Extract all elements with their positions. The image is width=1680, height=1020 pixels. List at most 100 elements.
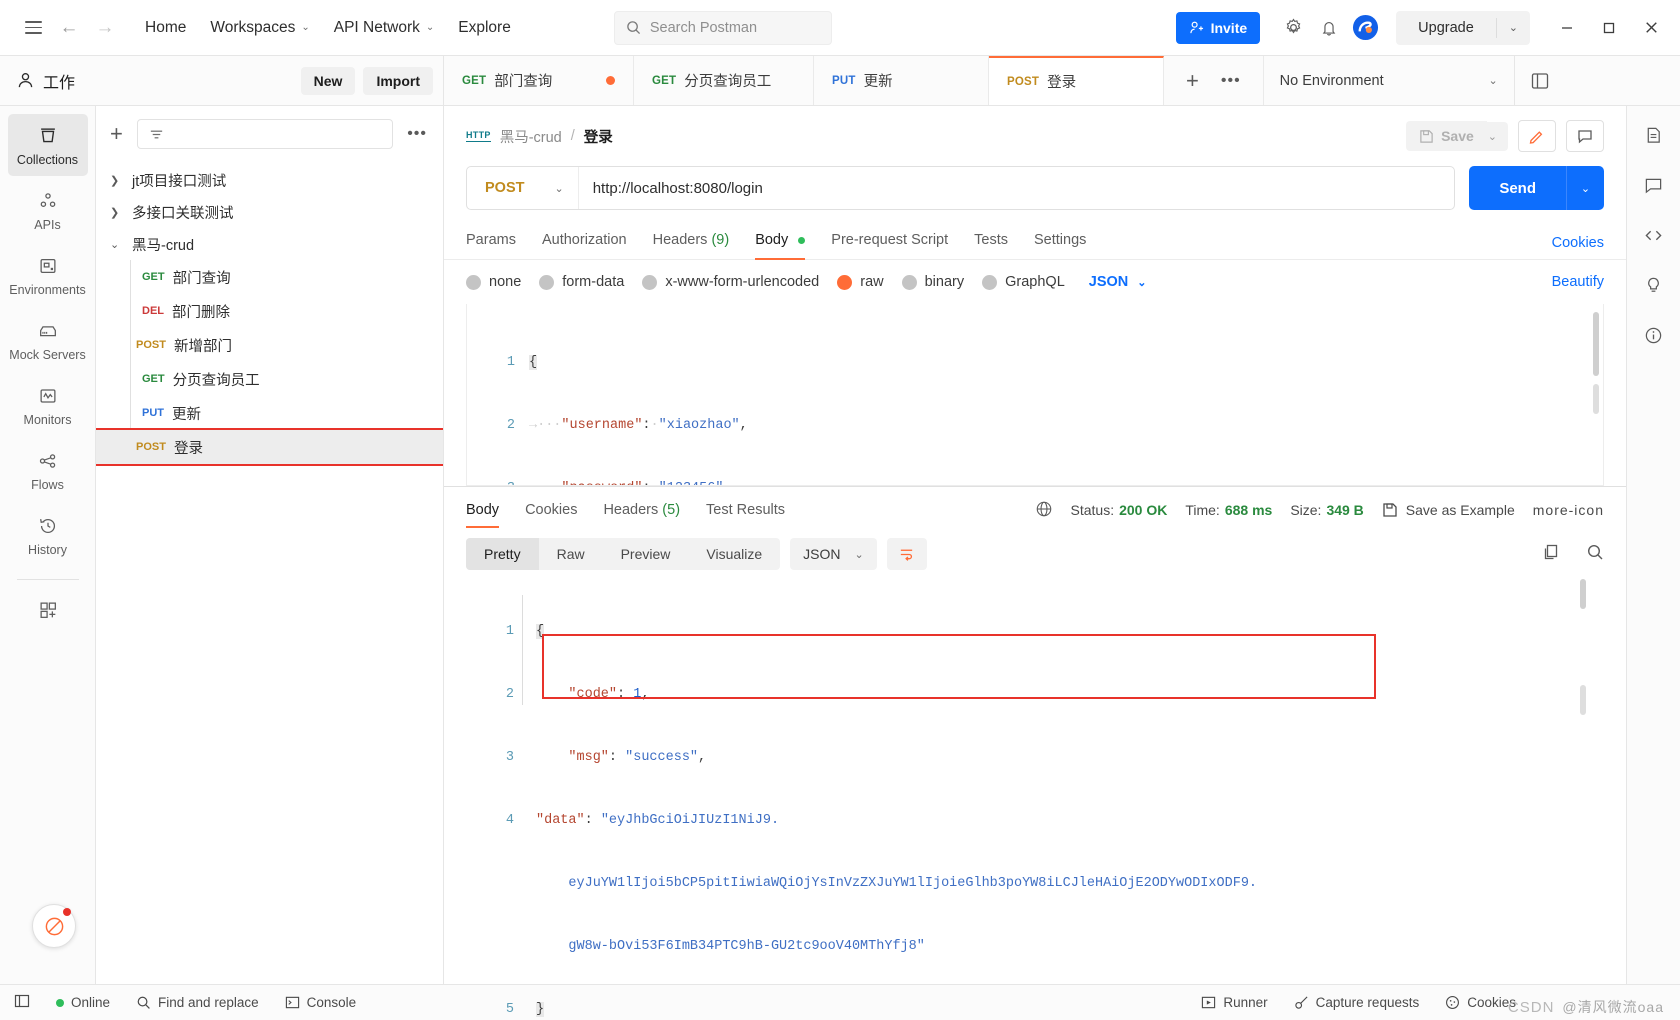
tab-body[interactable]: Body bbox=[755, 226, 806, 260]
url-input[interactable]: http://localhost:8080/login bbox=[579, 167, 1455, 209]
nav-workspaces[interactable]: Workspaces ⌄ bbox=[199, 12, 320, 44]
view-mode-preview[interactable]: Preview bbox=[603, 538, 689, 570]
sidebar-item-history[interactable]: History bbox=[8, 504, 88, 566]
response-tab-body[interactable]: Body bbox=[466, 487, 500, 533]
body-mode-urlencoded[interactable]: x-www-form-urlencoded bbox=[642, 274, 819, 290]
tab-authorization[interactable]: Authorization bbox=[542, 226, 627, 259]
view-mode-visualize[interactable]: Visualize bbox=[688, 538, 780, 570]
console-button[interactable]: Console bbox=[285, 995, 356, 1010]
sidebar-item-new-module[interactable] bbox=[8, 588, 88, 630]
pencil-icon[interactable] bbox=[1518, 120, 1556, 152]
request-tab-active[interactable]: POST 登录 bbox=[989, 56, 1164, 105]
arrow-left-icon[interactable]: ← bbox=[52, 11, 86, 45]
request-tab[interactable]: GET 部门查询 bbox=[444, 56, 634, 105]
collection-row-expanded[interactable]: ⌄ 黑马-crud bbox=[96, 228, 443, 260]
response-tab-test-results[interactable]: Test Results bbox=[706, 487, 785, 533]
documentation-icon[interactable] bbox=[1637, 120, 1671, 150]
hamburger-icon[interactable] bbox=[16, 11, 50, 45]
raw-format-selector[interactable]: JSON ⌄ bbox=[1089, 274, 1147, 290]
response-scrollbar[interactable] bbox=[1580, 579, 1586, 609]
arrow-right-icon[interactable]: → bbox=[88, 11, 122, 45]
request-item[interactable]: GET 分页查询员工 bbox=[96, 362, 443, 396]
postman-avatar-icon[interactable] bbox=[1348, 11, 1382, 45]
minimize-icon[interactable] bbox=[1546, 11, 1588, 45]
collection-row[interactable]: ❯ 多接口关联测试 bbox=[96, 196, 443, 228]
sidebar-toggle-icon[interactable] bbox=[14, 993, 30, 1012]
body-mode-binary[interactable]: binary bbox=[901, 274, 964, 290]
save-button[interactable]: Save bbox=[1406, 121, 1487, 151]
maximize-icon[interactable] bbox=[1588, 11, 1630, 45]
view-mode-raw[interactable]: Raw bbox=[539, 538, 603, 570]
environment-quick-look-icon[interactable] bbox=[1513, 56, 1566, 105]
tabs-more-icon[interactable]: ••• bbox=[1221, 72, 1241, 90]
close-icon[interactable] bbox=[1630, 11, 1672, 45]
body-mode-raw[interactable]: raw bbox=[837, 274, 884, 290]
sidebar-item-collections[interactable]: Collections bbox=[7, 114, 88, 176]
method-selector[interactable]: POST ⌄ bbox=[467, 167, 579, 209]
editor-scrollbar[interactable] bbox=[1593, 384, 1599, 414]
sidebar-item-environments[interactable]: Environments bbox=[8, 244, 88, 306]
sidebar-item-mock-servers[interactable]: Mock Servers bbox=[8, 309, 88, 371]
nav-api-network[interactable]: API Network ⌄ bbox=[323, 12, 446, 44]
environment-selector[interactable]: No Environment ⌄ bbox=[1264, 56, 1514, 105]
copy-icon[interactable] bbox=[1542, 543, 1560, 566]
request-item[interactable]: POST 新增部门 bbox=[96, 328, 443, 362]
search-icon[interactable] bbox=[1586, 543, 1604, 566]
beautify-button[interactable]: Beautify bbox=[1552, 274, 1604, 290]
send-button[interactable]: Send bbox=[1469, 166, 1566, 210]
help-icon[interactable] bbox=[32, 904, 76, 948]
collections-more-icon[interactable]: ••• bbox=[407, 125, 427, 143]
response-body-viewer[interactable]: 1 2 3 4 5 { "code": 1, "msg": "success", bbox=[466, 575, 1604, 1017]
nav-home[interactable]: Home bbox=[134, 12, 197, 44]
plus-icon[interactable]: + bbox=[110, 121, 123, 147]
upgrade-chevron-down-icon[interactable]: ⌄ bbox=[1497, 21, 1530, 34]
collection-row[interactable]: ❯ jt项目接口测试 bbox=[96, 164, 443, 196]
sidebar-item-flows[interactable]: Flows bbox=[8, 439, 88, 501]
code-snippet-icon[interactable] bbox=[1637, 220, 1671, 250]
tab-headers[interactable]: Headers (9) bbox=[653, 226, 730, 259]
request-item-selected[interactable]: POST 登录 bbox=[96, 428, 443, 466]
tab-params[interactable]: Params bbox=[466, 226, 516, 259]
response-tab-cookies[interactable]: Cookies bbox=[525, 487, 577, 533]
body-mode-form-data[interactable]: form-data bbox=[539, 274, 624, 290]
breadcrumb-parent[interactable]: 黑马-crud bbox=[500, 126, 562, 147]
save-chevron-down-icon[interactable]: ⌄ bbox=[1476, 121, 1508, 151]
response-format-selector[interactable]: JSON ⌄ bbox=[790, 538, 877, 570]
sidebar-item-apis[interactable]: APIs bbox=[8, 179, 88, 241]
search-input[interactable]: Search Postman bbox=[613, 10, 832, 45]
tab-tests[interactable]: Tests bbox=[974, 226, 1008, 259]
request-item[interactable]: GET 部门查询 bbox=[96, 260, 443, 294]
tab-settings[interactable]: Settings bbox=[1034, 226, 1086, 259]
save-as-example-button[interactable]: Save as Example bbox=[1382, 502, 1515, 518]
request-item[interactable]: DEL 部门删除 bbox=[96, 294, 443, 328]
response-more-icon[interactable]: more-icon bbox=[1533, 502, 1604, 518]
sidebar-item-monitors[interactable]: Monitors bbox=[8, 374, 88, 436]
nav-explore[interactable]: Explore bbox=[447, 12, 522, 44]
comments-icon[interactable] bbox=[1637, 170, 1671, 200]
find-and-replace-button[interactable]: Find and replace bbox=[136, 995, 259, 1010]
body-mode-graphql[interactable]: GraphQL bbox=[982, 274, 1065, 290]
request-item[interactable]: PUT 更新 bbox=[96, 396, 443, 430]
gear-icon[interactable] bbox=[1276, 11, 1310, 45]
comment-icon[interactable] bbox=[1566, 120, 1604, 152]
response-scrollbar[interactable] bbox=[1580, 685, 1586, 715]
upgrade-button[interactable]: Upgrade bbox=[1396, 20, 1496, 36]
bell-icon[interactable] bbox=[1312, 11, 1346, 45]
filter-input[interactable] bbox=[136, 119, 394, 149]
request-tab[interactable]: GET 分页查询员工 bbox=[634, 56, 814, 105]
request-tab[interactable]: PUT 更新 bbox=[814, 56, 989, 105]
online-status[interactable]: Online bbox=[56, 995, 110, 1010]
info-icon[interactable] bbox=[1637, 320, 1671, 350]
request-body-editor[interactable]: 1 2 3 4 { →···"username":·"xiaozhao", ··… bbox=[466, 304, 1604, 486]
body-mode-none[interactable]: none bbox=[466, 274, 521, 290]
invite-button[interactable]: Invite bbox=[1175, 11, 1261, 44]
view-mode-pretty[interactable]: Pretty bbox=[466, 538, 539, 570]
import-button[interactable]: Import bbox=[363, 66, 433, 95]
tab-pre-request-script[interactable]: Pre-request Script bbox=[831, 226, 948, 259]
editor-scrollbar[interactable] bbox=[1593, 312, 1599, 376]
wrap-lines-icon[interactable] bbox=[886, 538, 927, 570]
cookies-link[interactable]: Cookies bbox=[1552, 235, 1604, 251]
new-tab-button[interactable]: + bbox=[1186, 68, 1199, 94]
send-chevron-down-icon[interactable]: ⌄ bbox=[1566, 166, 1604, 210]
lightbulb-icon[interactable] bbox=[1637, 270, 1671, 300]
